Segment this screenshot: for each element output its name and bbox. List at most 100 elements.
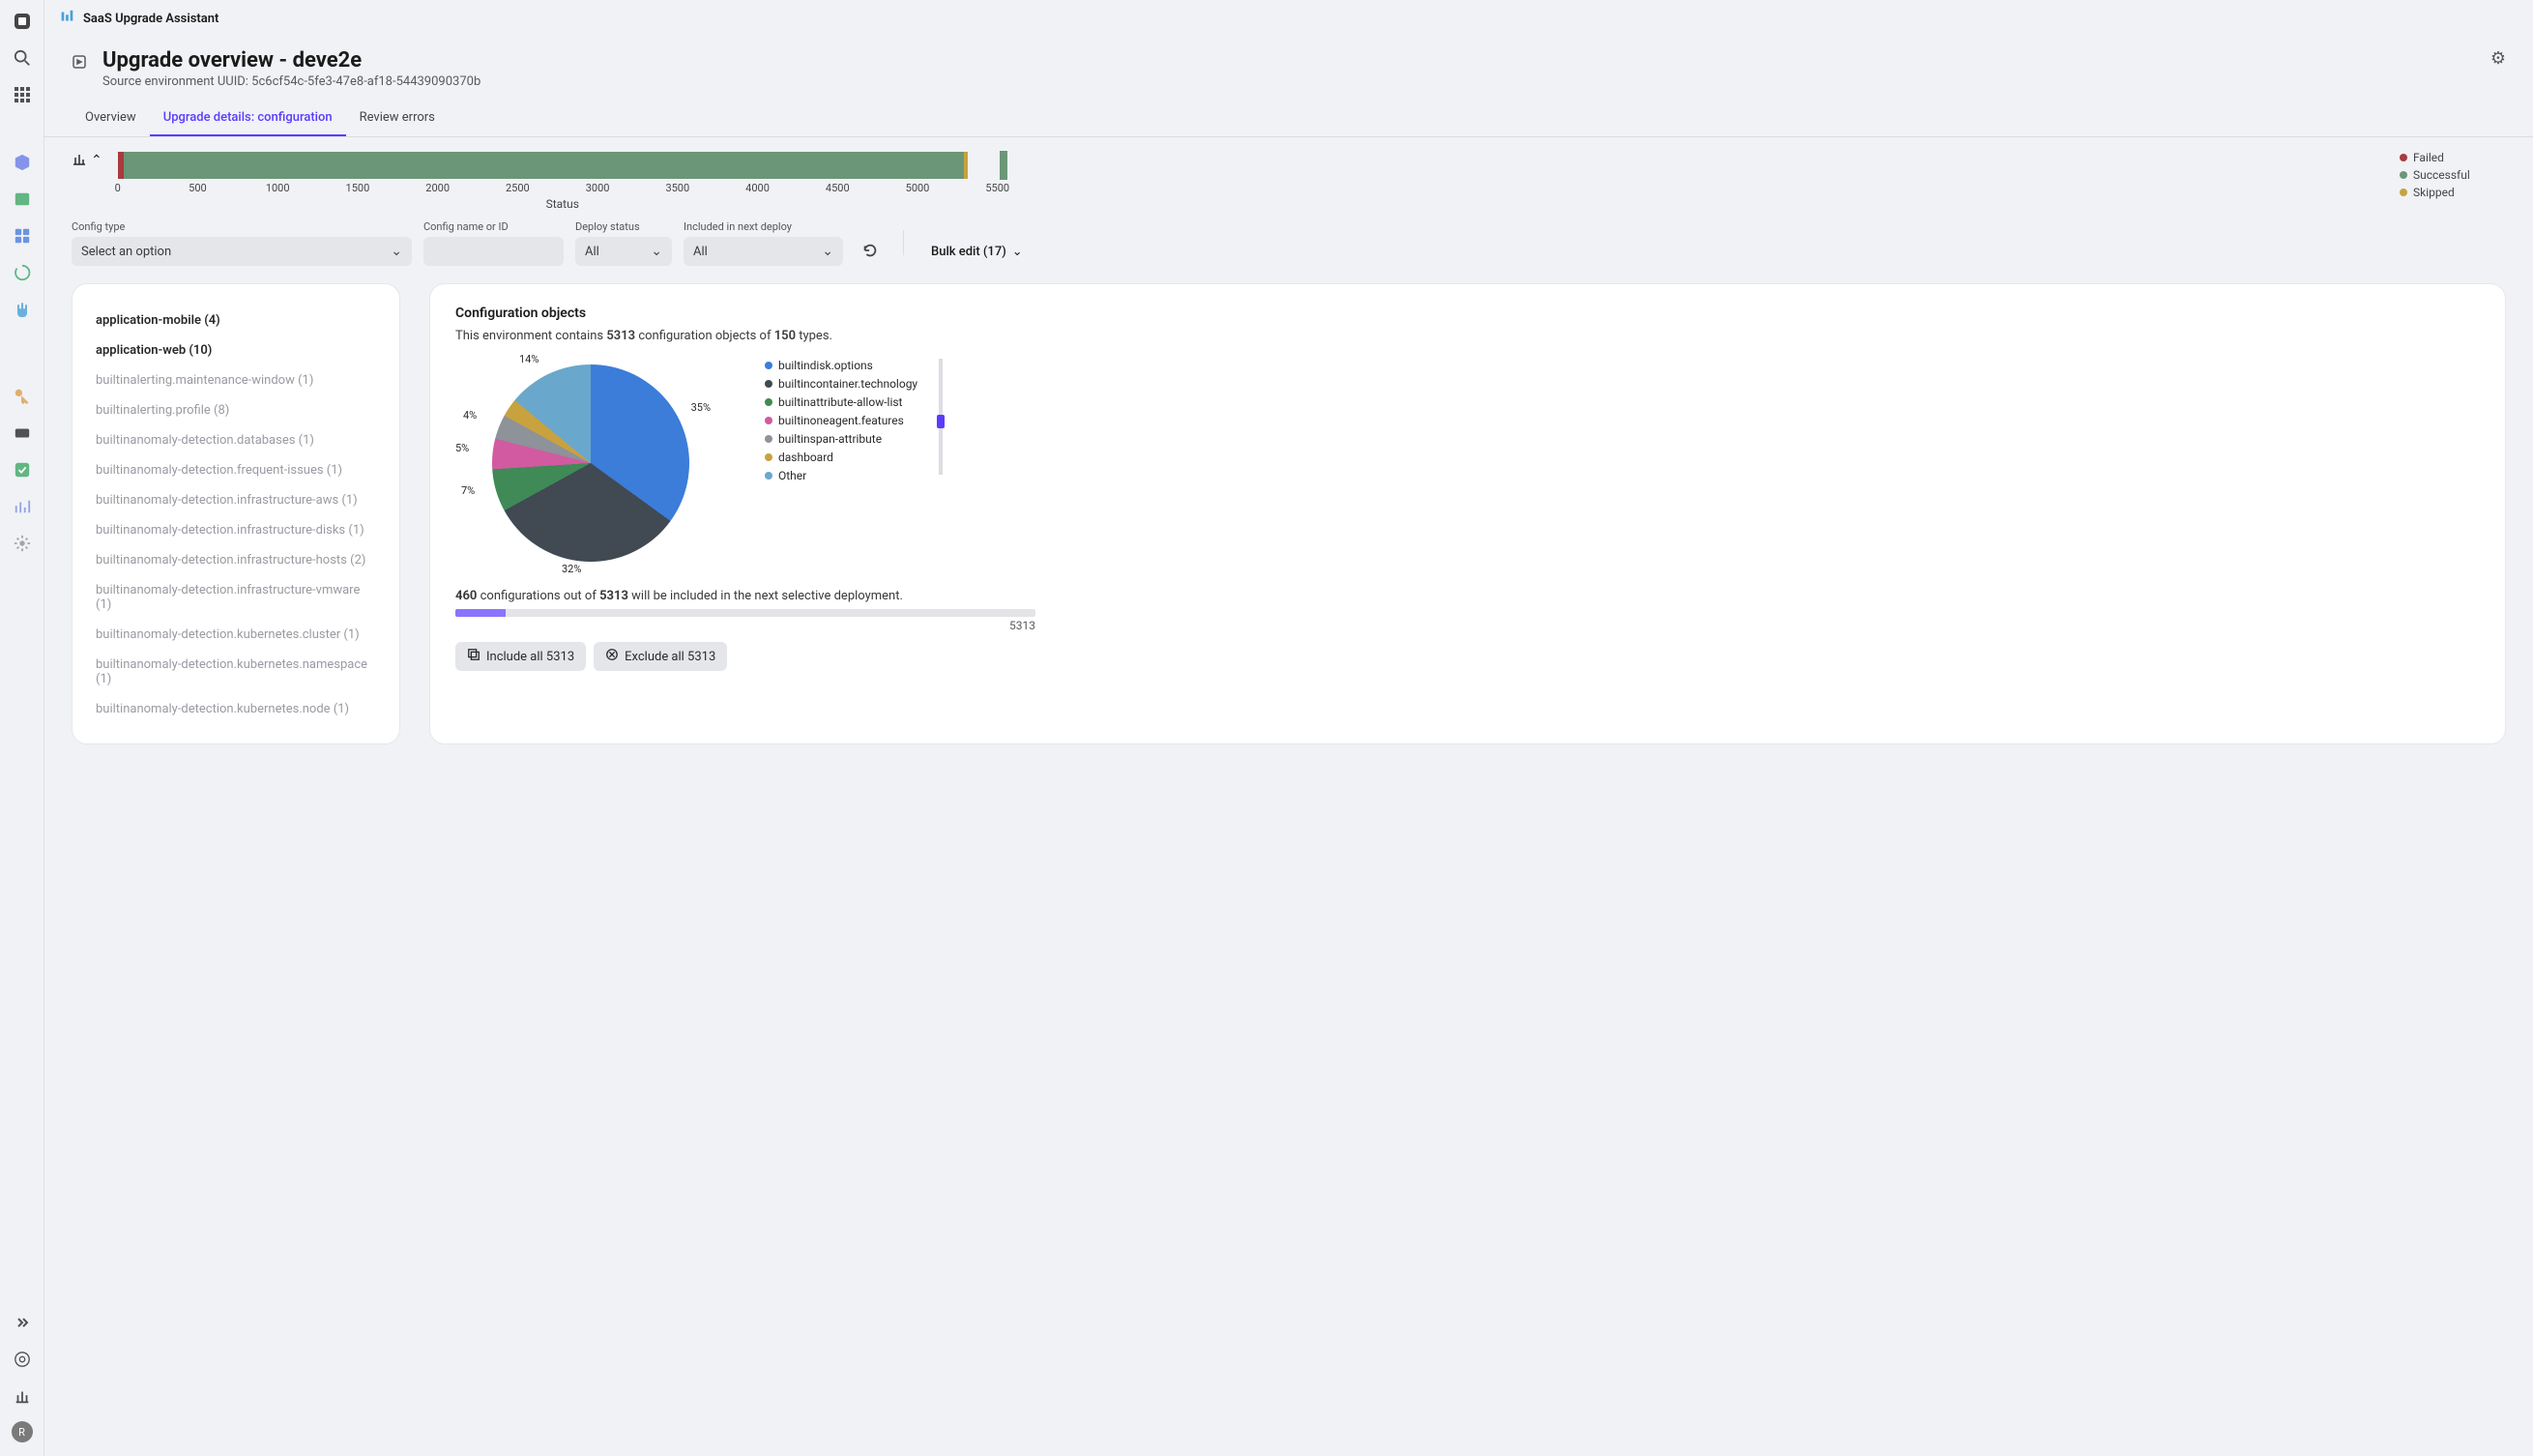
nav-window-icon[interactable] xyxy=(11,188,34,211)
axis-tick: 3000 xyxy=(586,182,610,194)
pie-label-7: 7% xyxy=(461,484,475,497)
help-icon[interactable] xyxy=(11,1348,34,1371)
axis-tick: 3500 xyxy=(665,182,689,194)
nav-chart-icon[interactable] xyxy=(11,495,34,518)
reset-filters-button[interactable] xyxy=(855,235,886,266)
config-types-list: application-mobile (4)application-web (1… xyxy=(72,283,400,744)
config-type-item[interactable]: builtinalerting.maintenance-window (1) xyxy=(78,365,393,395)
tab-upgrade-details[interactable]: Upgrade details: configuration xyxy=(150,101,346,136)
input-config-name[interactable] xyxy=(423,237,564,266)
config-type-item[interactable]: application-web (10) xyxy=(78,335,393,365)
bar-segment-successful xyxy=(124,152,964,179)
status-barchart: 0500100015002000250030003500400045005000… xyxy=(118,151,2384,211)
pie-legend-item: dashboard xyxy=(765,451,917,464)
nav-gear-icon[interactable] xyxy=(11,532,34,555)
axis-tick: 4000 xyxy=(745,182,770,194)
page-title: Upgrade overview - deve2e xyxy=(102,48,480,73)
include-all-button[interactable]: Include all 5313 xyxy=(455,642,586,671)
config-type-item[interactable]: builtinanomaly-detection.infrastructure-… xyxy=(78,515,393,545)
apps-icon[interactable] xyxy=(11,83,34,106)
topbar: SaaS Upgrade Assistant xyxy=(44,0,2533,37)
legend-scrollbar[interactable] xyxy=(939,359,943,475)
nav-spiral-icon[interactable] xyxy=(11,261,34,284)
deploy-summary-line: 460 configurations out of 5313 will be i… xyxy=(455,589,2480,603)
axis-tick: 1500 xyxy=(346,182,370,194)
search-icon[interactable] xyxy=(11,46,34,70)
exclude-all-button[interactable]: Exclude all 5313 xyxy=(594,642,727,671)
logo-icon[interactable] xyxy=(11,10,34,33)
pie-label-32: 32% xyxy=(562,563,581,575)
page-header: Upgrade overview - deve2e Source environ… xyxy=(44,37,2533,93)
chevron-up-icon: ⌃ xyxy=(91,153,102,168)
nav-hand-icon[interactable] xyxy=(11,298,34,321)
page-icon xyxy=(72,54,89,72)
pie-legend-item: builtinoneagent.features xyxy=(765,414,917,427)
chart-toggle[interactable]: ⌃ xyxy=(72,151,102,170)
nav-cube-icon[interactable] xyxy=(11,151,34,174)
pie-chart: 14% 35% 4% 5% 7% 32% xyxy=(455,353,726,575)
pie-label-5: 5% xyxy=(455,442,469,454)
legend-item: Failed xyxy=(2400,151,2506,164)
deploy-progress-bar xyxy=(455,609,1035,617)
app-icon xyxy=(58,8,75,29)
panel-summary: This environment contains 5313 configura… xyxy=(455,329,2480,343)
axis-tick: 2000 xyxy=(425,182,450,194)
config-type-item[interactable]: builtinanomaly-detection.infrastructure-… xyxy=(78,485,393,515)
legend-item: Skipped xyxy=(2400,186,2506,199)
analytics-icon[interactable] xyxy=(11,1384,34,1408)
config-type-item[interactable]: builtinanomaly-detection.kubernetes.clus… xyxy=(78,620,393,650)
collapse-icon[interactable] xyxy=(11,1311,34,1334)
select-deploy-status[interactable]: All xyxy=(575,237,672,266)
axis-tick: 500 xyxy=(189,182,207,194)
settings-icon[interactable]: ⚙ xyxy=(2490,48,2506,69)
bar-segment-failed xyxy=(118,152,125,179)
chevron-down-icon: ⌄ xyxy=(1012,245,1023,259)
config-type-item[interactable]: builtinanomaly-detection.kubernetes.node… xyxy=(78,694,393,724)
nav-check-icon[interactable] xyxy=(11,458,34,481)
config-type-item[interactable]: builtinanomaly-detection.kubernetes.name… xyxy=(78,650,393,694)
nav-tag-icon[interactable] xyxy=(11,422,34,445)
axis-tick: 5000 xyxy=(906,182,930,194)
left-rail: R xyxy=(0,0,44,1456)
axis-tick: 0 xyxy=(115,182,121,194)
pie-legend-item: Other xyxy=(765,469,917,482)
select-included-next[interactable]: All xyxy=(684,237,843,266)
legend-item: Successful xyxy=(2400,168,2506,182)
app-title: SaaS Upgrade Assistant xyxy=(83,12,218,26)
config-type-item[interactable]: builtinanomaly-detection.databases (1) xyxy=(78,425,393,455)
exclude-icon xyxy=(605,648,619,665)
pie-legend: builtindisk.options builtincontainer.tech… xyxy=(765,359,917,482)
pie-label-4: 4% xyxy=(463,409,477,422)
pie-legend-item: builtincontainer.technology xyxy=(765,377,917,391)
label-config-type: Config type xyxy=(72,220,412,233)
panel-title: Configuration objects xyxy=(455,306,2480,321)
config-type-item[interactable]: application-mobile (4) xyxy=(78,306,393,335)
nav-key-icon[interactable] xyxy=(11,385,34,408)
axis-tick: 5500 xyxy=(985,182,1009,194)
pie-legend-item: builtinspan-attribute xyxy=(765,432,917,446)
label-deploy-status: Deploy status xyxy=(575,220,672,233)
config-type-item[interactable]: builtinanomaly-detection.infrastructure-… xyxy=(78,575,393,620)
axis-tick: 2500 xyxy=(506,182,530,194)
divider xyxy=(903,230,904,255)
bulk-edit-button[interactable]: Bulk edit (17)⌄ xyxy=(921,237,1033,266)
avatar[interactable]: R xyxy=(12,1421,33,1442)
config-type-item[interactable]: builtinanomaly-detection.frequent-issues… xyxy=(78,455,393,485)
overall-bar xyxy=(1000,151,1007,180)
filter-row: Config type Select an option Config name… xyxy=(72,220,2506,266)
pie-legend-item: builtindisk.options xyxy=(765,359,917,372)
pie-label-35: 35% xyxy=(691,401,711,414)
config-type-item[interactable]: builtinalerting.profile (8) xyxy=(78,395,393,425)
pie-label-14: 14% xyxy=(519,353,539,365)
nav-grid-icon[interactable] xyxy=(11,224,34,248)
tab-overview[interactable]: Overview xyxy=(72,101,150,136)
status-legend: Failed Successful Skipped xyxy=(2400,151,2506,199)
barchart-icon xyxy=(72,151,87,170)
label-included-next: Included in next deploy xyxy=(684,220,843,233)
config-objects-panel: Configuration objects This environment c… xyxy=(429,283,2506,744)
config-type-item[interactable]: builtinanomaly-detection.infrastructure-… xyxy=(78,545,393,575)
tabs: Overview Upgrade details: configuration … xyxy=(44,101,2533,137)
select-config-type[interactable]: Select an option xyxy=(72,237,412,266)
axis-tick: 4500 xyxy=(826,182,850,194)
tab-review-errors[interactable]: Review errors xyxy=(346,101,449,136)
